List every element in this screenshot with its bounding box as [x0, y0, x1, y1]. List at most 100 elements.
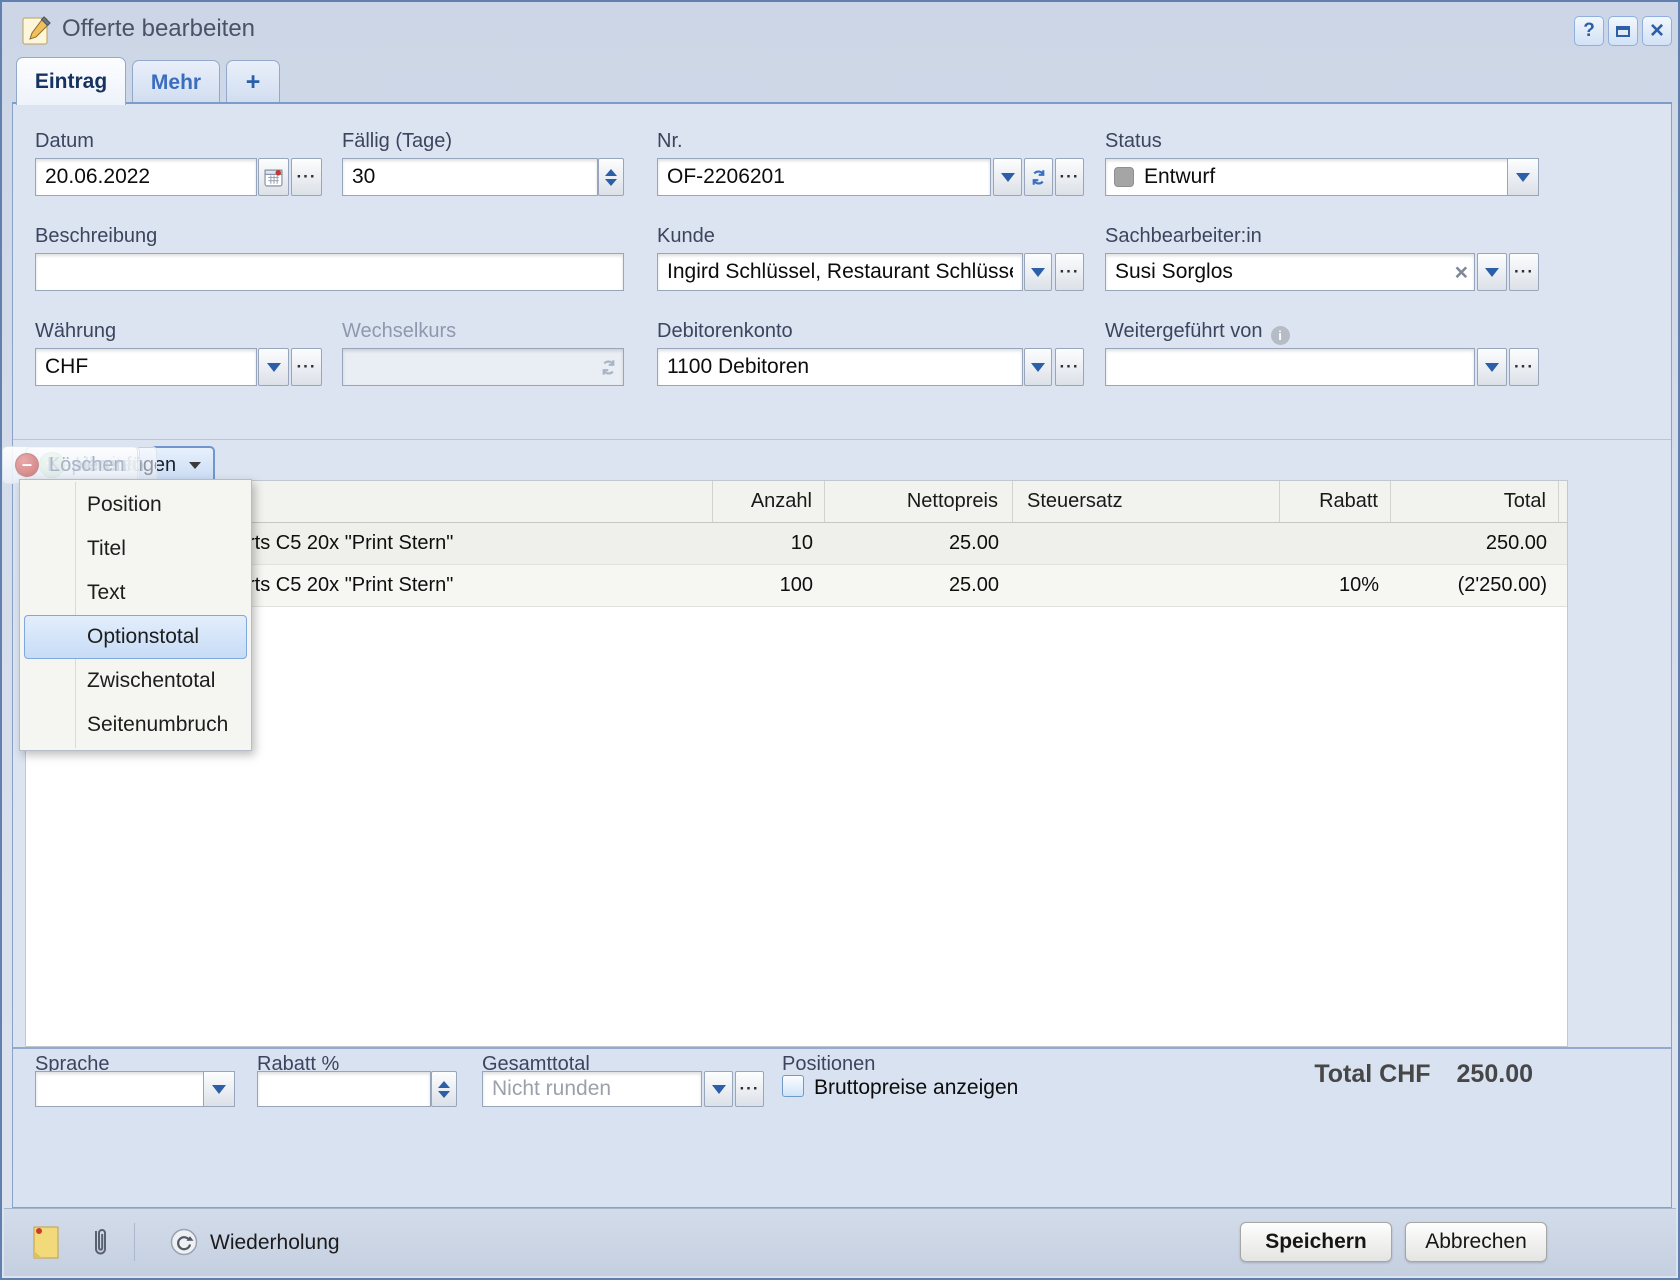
kunde-dropdown-button[interactable]: [1024, 253, 1052, 291]
status-color-swatch: [1114, 167, 1134, 187]
chevron-down-icon: [1031, 268, 1045, 277]
save-button[interactable]: Speichern: [1240, 1222, 1392, 1262]
table-header-row: Anzahl Nettopreis Steuersatz Rabatt Tota…: [26, 481, 1567, 523]
note-button[interactable]: [32, 1223, 62, 1261]
weitergefuehrt-input[interactable]: [1105, 348, 1475, 386]
note-pencil-icon: [20, 13, 54, 47]
header-anzahl[interactable]: Anzahl: [713, 481, 825, 522]
header-nettopreis[interactable]: Nettopreis: [825, 481, 1013, 522]
rabatt-input[interactable]: [257, 1071, 431, 1107]
weitergefuehrt-label: Weitergeführt voni: [1105, 320, 1290, 345]
question-icon: ?: [1583, 20, 1595, 42]
nr-refresh-button[interactable]: [1024, 158, 1053, 196]
cell-total: (2'250.00): [1391, 565, 1559, 606]
cell-nettopreis: 25.00: [825, 565, 1013, 606]
chevron-down-icon: [1485, 268, 1499, 277]
tab-eintrag[interactable]: Eintrag: [16, 57, 126, 105]
waehrung-label: Währung: [35, 320, 116, 343]
header-total[interactable]: Total: [1391, 481, 1559, 522]
cell-nettopreis: 25.00: [825, 523, 1013, 564]
sprache-dropdown-button[interactable]: [203, 1072, 234, 1106]
chevron-down-icon: [1031, 363, 1045, 372]
sachbearbeiter-more-button[interactable]: [1509, 253, 1539, 291]
datum-calendar-button[interactable]: [258, 158, 289, 196]
rabatt-spinner[interactable]: [431, 1071, 457, 1107]
positions-table: Anzahl Nettopreis Steuersatz Rabatt Tota…: [25, 480, 1568, 1047]
info-icon: i: [1271, 326, 1290, 345]
menu-item-seitenumbruch[interactable]: Seitenumbruch: [24, 703, 247, 747]
status-dropdown-button[interactable]: [1507, 159, 1538, 195]
wiederholung-label[interactable]: Wiederholung: [210, 1231, 340, 1255]
table-row[interactable]: rts C5 20x "Print Stern" 10 25.00 250.00: [26, 523, 1567, 565]
grand-total-label: Total CHF: [1314, 1060, 1430, 1089]
cancel-button[interactable]: Abbrechen: [1405, 1222, 1547, 1262]
debitorenkonto-input[interactable]: [657, 348, 1023, 386]
waehrung-input[interactable]: [35, 348, 257, 386]
tab-mehr[interactable]: Mehr: [132, 60, 220, 104]
menu-item-optionstotal[interactable]: Optionstotal: [24, 615, 247, 659]
nr-more-button[interactable]: [1055, 158, 1084, 196]
add-dropdown-menu: Position Titel Text Optionstotal Zwische…: [19, 479, 252, 751]
sachbearbeiter-field[interactable]: Susi Sorglos ×: [1105, 253, 1475, 291]
datum-more-button[interactable]: [291, 158, 322, 196]
sachbearbeiter-dropdown-button[interactable]: [1477, 253, 1507, 291]
beschreibung-input[interactable]: [35, 253, 624, 291]
menu-item-zwischentotal[interactable]: Zwischentotal: [24, 659, 247, 703]
waehrung-more-button[interactable]: [291, 348, 322, 386]
menu-item-titel[interactable]: Titel: [24, 527, 247, 571]
spinner-up-icon: [438, 1081, 450, 1088]
kunde-input[interactable]: [657, 253, 1023, 291]
nr-dropdown-button[interactable]: [993, 158, 1022, 196]
chevron-down-icon: [1001, 173, 1015, 182]
clear-icon[interactable]: ×: [1455, 261, 1474, 284]
maximize-button[interactable]: [1608, 16, 1638, 46]
datum-label: Datum: [35, 130, 94, 153]
chevron-down-icon: [712, 1085, 726, 1094]
status-select[interactable]: Entwurf: [1105, 158, 1539, 196]
weitergefuehrt-dropdown-button[interactable]: [1477, 348, 1507, 386]
gesamttotal-input[interactable]: [482, 1071, 702, 1107]
bruttopreise-checkbox-label[interactable]: Bruttopreise anzeigen: [814, 1076, 1018, 1100]
waehrung-dropdown-button[interactable]: [258, 348, 289, 386]
gesamttotal-dropdown-button[interactable]: [704, 1071, 733, 1107]
chevron-down-icon: [1485, 363, 1499, 372]
nr-label: Nr.: [657, 130, 683, 153]
menu-item-position[interactable]: Position: [24, 483, 247, 527]
chevron-down-icon: [212, 1085, 226, 1094]
menu-item-text[interactable]: Text: [24, 571, 247, 615]
gesamttotal-more-button[interactable]: [735, 1071, 764, 1107]
spinner-down-icon: [438, 1091, 450, 1098]
weitergefuehrt-more-button[interactable]: [1509, 348, 1539, 386]
dialog-title: Offerte bearbeiten: [62, 15, 255, 43]
faellig-spinner[interactable]: [598, 158, 624, 196]
datum-input[interactable]: [35, 158, 257, 196]
beschreibung-label: Beschreibung: [35, 225, 157, 248]
cell-rabatt: 10%: [1280, 565, 1391, 606]
kunde-more-button[interactable]: [1055, 253, 1084, 291]
cell-steuersatz: [1013, 523, 1280, 564]
close-button[interactable]: [1642, 16, 1672, 46]
table-row[interactable]: rts C5 20x "Print Stern" 100 25.00 10% (…: [26, 565, 1567, 607]
grand-total-value: 250.00: [1457, 1060, 1533, 1089]
faellig-input[interactable]: [342, 158, 598, 196]
sprache-select[interactable]: [35, 1071, 235, 1107]
bruttopreise-checkbox[interactable]: [782, 1075, 804, 1097]
debitorenkonto-more-button[interactable]: [1055, 348, 1084, 386]
help-button[interactable]: ?: [1574, 16, 1604, 46]
nr-input[interactable]: [657, 158, 991, 196]
header-steuersatz[interactable]: Steuersatz: [1013, 481, 1280, 522]
debitorenkonto-dropdown-button[interactable]: [1024, 348, 1052, 386]
attachment-button[interactable]: [88, 1223, 112, 1261]
header-rabatt[interactable]: Rabatt: [1280, 481, 1391, 522]
faellig-label: Fällig (Tage): [342, 130, 452, 153]
kunde-label: Kunde: [657, 225, 715, 248]
cell-anzahl: 10: [713, 523, 825, 564]
cell-rabatt: [1280, 523, 1391, 564]
tab-add[interactable]: +: [226, 60, 280, 104]
wechselkurs-label: Wechselkurs: [342, 320, 456, 343]
caret-down-icon: [189, 462, 201, 469]
toolbar-divider: [13, 439, 1671, 440]
repeat-icon[interactable]: [170, 1228, 198, 1256]
refresh-icon: [1030, 169, 1047, 186]
spinner-down-icon: [605, 179, 617, 186]
